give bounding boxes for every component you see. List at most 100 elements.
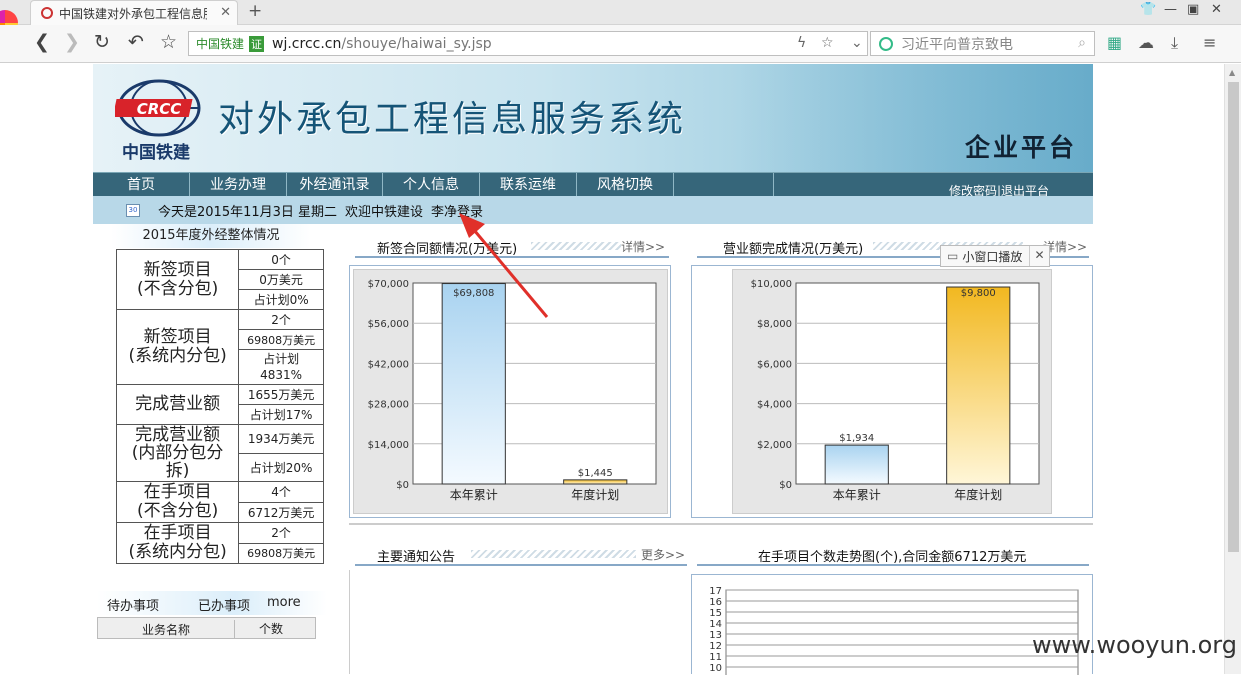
revenue-bar-chart: $0 $2,000 $4,000 $6,000 $8,000 $10,000 $1,934 本… [751,279,1040,502]
menu-directory[interactable]: 外经通讯录 [287,173,383,197]
notice-border [349,570,350,674]
apps-icon[interactable]: ▦ [1107,33,1122,52]
summary-table: 新签项目 (不含分包) 0个 0万美元 占计划0% 新签项目 (系统内分包) 2… [115,249,324,564]
cert-badge: 证 [249,35,265,52]
y-tick-label: $14,000 [368,440,409,451]
tab-done[interactable]: 已办事项 [198,595,250,614]
close-popup-icon[interactable]: ✕ [1029,246,1049,266]
todo-more-link[interactable]: more [267,595,301,610]
company-name: 中国铁建 [122,143,190,163]
summary-label: 在手项目 (不含分包) [115,481,240,523]
summary-label: 完成营业额 (内部分包分 拆) [115,424,240,482]
site-favicon-icon [41,7,53,19]
menu-theme[interactable]: 风格切换 [577,173,674,197]
scroll-thumb[interactable] [1228,82,1239,552]
site-banner: CRCC 中国铁建 对外承包工程信息服务系统 企业平台 [93,64,1093,172]
trend-panel-header: 在手项目个数走势图(个),合同金额6712万美元 [693,540,1093,566]
y-tick-label: $4,000 [757,400,792,411]
reload-icon[interactable]: ↻ [94,31,110,53]
search-box[interactable]: 习近平向普京致电 ⌕ [870,31,1095,56]
x-tick-label: 本年累计 [833,488,881,502]
y-tick-label: $8,000 [757,319,792,330]
close-tab-icon[interactable]: ✕ [220,5,231,20]
address-dropdown-icon[interactable]: ⌄ [851,35,863,51]
summary-value: 占计划20% [238,452,324,482]
y-tick-label: $42,000 [368,359,409,370]
menu-profile[interactable]: 个人信息 [383,173,480,197]
header-underline [355,564,687,566]
y-tick-label: 11 [709,652,722,663]
summary-label: 在手项目 (系统内分包) [115,522,240,564]
y-tick-label: $56,000 [368,319,409,330]
summary-value: 0万美元 [238,269,324,290]
x-tick-label: 本年累计 [450,488,498,502]
todo-col-count: 个数 [234,620,283,638]
y-tick-label: $0 [779,480,792,491]
trend-chart-box: 10 11 12 13 14 15 16 17 [691,574,1093,675]
menu-business[interactable]: 业务办理 [190,173,287,197]
bar [946,286,1011,485]
summary-value: 2个 [238,309,324,330]
system-title: 对外承包工程信息服务系统 [218,99,687,140]
bookmark-star-icon[interactable]: ☆ [160,31,177,53]
revenue-panel-title: 营业额完成情况(万美元) [723,242,864,257]
minimize-icon[interactable]: — [1164,2,1177,17]
page-scrollbar[interactable]: ▲ [1224,64,1241,674]
y-tick-label: $2,000 [757,440,792,451]
header-hatch [471,550,636,558]
crcc-logo-text: CRCC [137,100,182,118]
y-tick-label: $28,000 [368,400,409,411]
y-tick-label: $0 [396,480,409,491]
revenue-chart-box: $0 $2,000 $4,000 $6,000 $8,000 $10,000 $1,934 本… [691,265,1093,518]
mini-window-label[interactable]: 小窗口播放 [962,248,1022,265]
lightning-icon[interactable]: ϟ [797,35,806,51]
summary-label: 新签项目 (不含分包) [115,249,240,310]
undo-icon[interactable]: ↶ [128,31,144,53]
search-engine-icon [879,36,893,51]
section-divider [349,523,1093,525]
search-icon[interactable]: ⌕ [1078,35,1086,51]
bar-value-label: $9,800 [961,288,996,299]
favorite-star-icon[interactable]: ☆ [821,35,834,51]
notice-panel-title: 主要通知公告 [377,550,456,565]
x-tick-label: 年度计划 [571,487,619,502]
main-menu: 首页 业务办理 外经通讯录 个人信息 联系运维 风格切换 修改密码|退出平台 [93,172,1093,198]
mini-window-popup[interactable]: ▭ 小窗口播放 ✕ [940,245,1050,267]
scroll-up-icon[interactable]: ▲ [1229,68,1235,77]
todo-table-header: 业务名称 个数 [97,617,316,639]
notice-panel-header: 主要通知公告 更多>> [351,540,691,566]
summary-label: 新签项目 (系统内分包) [115,309,240,385]
menu-spacer [674,173,774,197]
crcc-logo-icon: CRCC [115,79,201,137]
url-host: wj.crcc.cn [272,35,342,52]
search-placeholder: 习近平向普京致电 [901,36,1013,53]
address-bar[interactable]: 中国铁建 证 wj.crcc.cn/shouye/haiwai_sy.jsp ϟ… [188,31,868,56]
welcome-bar: 30 今天是2015年11月3日 星期二 欢迎中铁建设 李净登录 [93,196,1093,224]
menu-icon[interactable]: ≡ [1203,33,1216,52]
menu-home[interactable]: 首页 [93,173,190,197]
tab-title: 中国铁建对外承包工程信息服务 [59,6,207,21]
welcome-greeting: 欢迎中铁建设 [345,204,424,220]
tab-todo[interactable]: 待办事项 [107,595,159,614]
back-icon[interactable]: ❮ [34,31,50,53]
menu-support[interactable]: 联系运维 [480,173,577,197]
new-tab-icon[interactable]: + [248,1,262,21]
contract-detail-link[interactable]: 详情>> [621,238,665,255]
skin-icon[interactable]: 👕 [1140,2,1156,17]
cloud-icon[interactable]: ☁ [1138,33,1154,52]
maximize-icon[interactable]: ▣ [1187,2,1199,17]
forward-icon[interactable]: ❯ [64,31,80,53]
summary-value: 占计划17% [238,404,324,425]
summary-caption: 2015年度外经整体情况 [111,224,311,248]
x-tick-label: 年度计划 [954,487,1002,502]
summary-value: 69808万美元 [238,542,324,564]
watermark: www.wooyun.org [1032,631,1237,659]
todo-col-name: 业务名称 [142,623,191,637]
summary-value: 6712万美元 [238,501,324,523]
download-icon[interactable]: ⤓ [1171,33,1178,53]
browser-tab[interactable]: 中国铁建对外承包工程信息服务 ✕ [30,0,238,25]
y-tick-label: $70,000 [368,279,409,290]
summary-label: 完成营业额 [115,384,240,425]
close-window-icon[interactable]: ✕ [1211,2,1222,17]
notice-more-link[interactable]: 更多>> [641,546,685,563]
